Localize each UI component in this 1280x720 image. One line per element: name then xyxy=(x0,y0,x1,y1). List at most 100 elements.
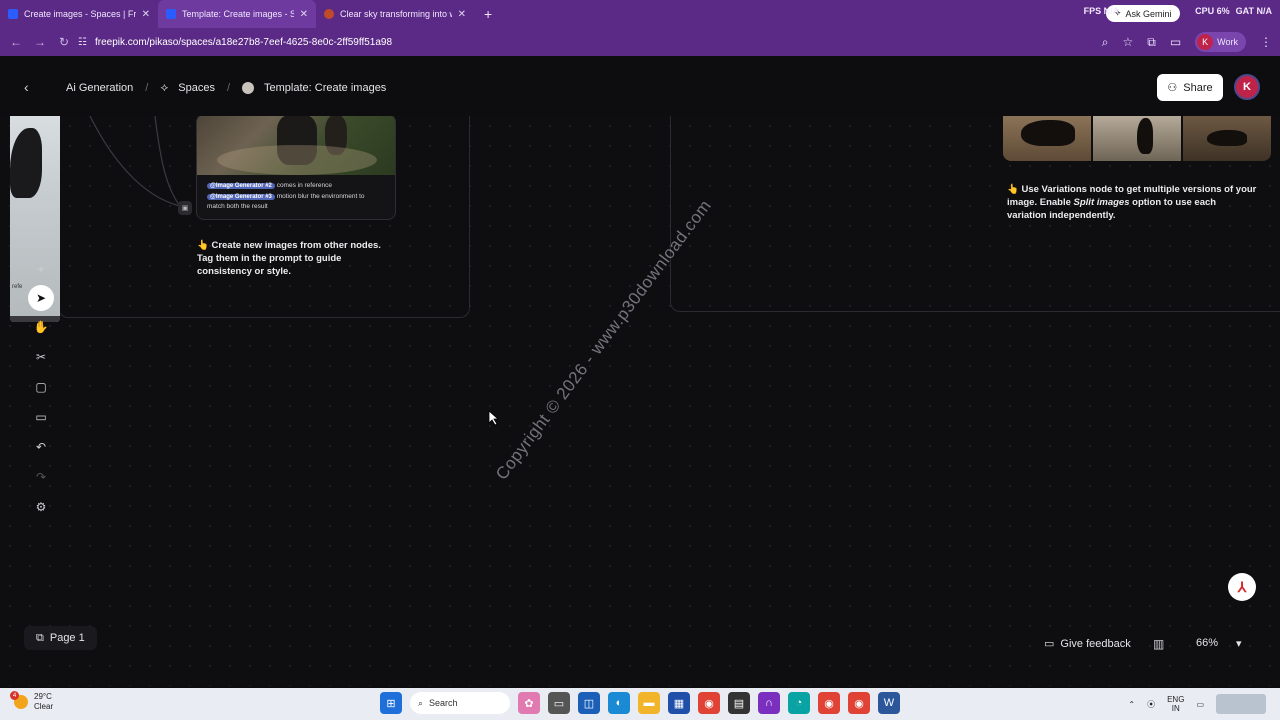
weather-widget[interactable]: 4 29°C Clear xyxy=(10,691,53,712)
network-icon[interactable]: ▭ xyxy=(1196,700,1204,709)
breadcrumb-template[interactable]: Template: Create images xyxy=(264,82,386,94)
system-tray: ⌃ ⦿ ENG IN ▭ xyxy=(1128,694,1266,714)
share-label: Share xyxy=(1183,81,1213,94)
template-icon xyxy=(242,81,255,94)
system-monitor: FPS N/A CPU 6% GAT N/A xyxy=(1084,6,1272,16)
fps-readout: FPS N/A xyxy=(1083,6,1120,16)
url-bar[interactable]: ☷ freepik.com/pikaso/spaces/a18e27b8-7ee… xyxy=(78,31,1118,53)
image-favicon-icon xyxy=(324,9,334,19)
hand-pan-icon[interactable]: ✋ xyxy=(27,313,55,341)
connector-line xyxy=(154,116,181,207)
breadcrumb-ai-generation[interactable]: Ai Generation xyxy=(66,82,133,94)
browser-forward-icon[interactable]: → xyxy=(28,35,52,49)
watermark-text: Copyright © 2026 - www.p30download.com xyxy=(492,196,715,484)
select-pointer-icon[interactable]: ➤ xyxy=(28,285,54,311)
microphone-icon[interactable]: ⦿ xyxy=(1147,699,1155,710)
chrome-profile-icon[interactable]: ◉ xyxy=(818,692,840,714)
page-icon: ⧉ xyxy=(36,631,44,644)
app-icon[interactable]: ◫ xyxy=(578,692,600,714)
pdf-icon[interactable]: ⅄ xyxy=(1228,573,1256,601)
tab-close-icon[interactable]: ✕ xyxy=(458,9,466,20)
image-generator-node[interactable]: @Image Generator #2 comes in reference @… xyxy=(196,116,396,220)
store-icon[interactable]: ▦ xyxy=(668,692,690,714)
tab-title: Template: Create images - Spaces xyxy=(182,9,294,19)
region-code: IN xyxy=(1171,704,1180,713)
note-create-images: 👆 Create new images from other nodes. Ta… xyxy=(197,240,381,277)
dust-cloud xyxy=(217,145,377,175)
back-chevron-icon[interactable]: ‹ xyxy=(24,79,29,95)
app-header: ‹ Ai Generation / ⟡ Spaces / Template: C… xyxy=(0,58,1280,116)
profile-button[interactable]: K Work xyxy=(1195,32,1246,52)
clock[interactable] xyxy=(1216,694,1266,714)
undo-icon[interactable]: ↶ xyxy=(27,433,55,461)
spaces-canvas[interactable]: refe @Image Generator #2 comes in refere… xyxy=(0,116,1280,686)
browser-tab[interactable]: Create images - Spaces | Freepik ✕ xyxy=(0,0,158,28)
prompt-text: match both the result xyxy=(207,203,268,210)
zoom-level: 66% xyxy=(1196,637,1219,649)
node-prompt[interactable]: @Image Generator #2 comes in reference @… xyxy=(207,181,391,213)
zoom-icon[interactable]: ⌕ xyxy=(1102,35,1109,50)
profile-label: Work xyxy=(1217,37,1238,47)
headset-app-icon[interactable]: ∩ xyxy=(758,692,780,714)
tray-chevron-icon[interactable]: ⌃ xyxy=(1128,700,1135,709)
tab-close-icon[interactable]: ✕ xyxy=(300,9,308,20)
cpu-readout: CPU 6% xyxy=(1195,6,1230,16)
variations-node[interactable] xyxy=(1003,116,1271,161)
frame-tool-icon[interactable]: ▢ xyxy=(27,373,55,401)
redo-icon[interactable]: ↷ xyxy=(27,463,55,491)
browser-back-icon[interactable]: ← xyxy=(4,35,28,49)
widgets-flower-icon[interactable]: ✿ xyxy=(518,692,540,714)
strip-label: refe xyxy=(12,284,23,290)
language-indicator[interactable]: ENG IN xyxy=(1167,695,1184,713)
image-input-port-icon[interactable]: ▣ xyxy=(178,201,192,215)
add-node-plus-icon[interactable]: + xyxy=(27,255,55,283)
minimap-book-icon[interactable]: ▥ xyxy=(1153,637,1164,651)
bookmark-star-icon[interactable]: ☆ xyxy=(1122,35,1133,49)
page-selector[interactable]: ⧉ Page 1 xyxy=(24,626,97,650)
browser-reload-icon[interactable]: ↻ xyxy=(52,35,76,49)
edge-icon[interactable]: ◐ xyxy=(608,692,630,714)
note-variations: 👆 Use Variations node to get multiple ve… xyxy=(1007,183,1257,222)
app-icon[interactable]: ◔ xyxy=(788,692,810,714)
cast-icon[interactable]: ▭ xyxy=(1170,35,1181,49)
variation-image[interactable] xyxy=(1183,116,1271,161)
page-label: Page 1 xyxy=(49,632,85,644)
prompt-tag[interactable]: @Image Generator #2 xyxy=(207,183,275,189)
generated-image xyxy=(197,116,395,175)
breadcrumb-separator: / xyxy=(226,81,231,94)
language-code: ENG xyxy=(1167,695,1185,704)
site-info-icon[interactable]: ☷ xyxy=(78,37,87,48)
browser-tab-active[interactable]: Template: Create images - Spaces ✕ xyxy=(158,0,316,28)
new-tab-plus-icon[interactable]: + xyxy=(484,6,492,22)
prompt-tag[interactable]: @Image Generator #3 xyxy=(207,193,275,200)
horse-silhouette xyxy=(1137,118,1153,154)
avatar[interactable]: K xyxy=(1234,74,1260,100)
variation-image[interactable] xyxy=(1003,116,1091,161)
tab-close-icon[interactable]: ✕ xyxy=(142,9,150,20)
url-text: freepik.com/pikaso/spaces/a18e27b8-7eef-… xyxy=(94,36,393,48)
chrome-icon[interactable]: ◉ xyxy=(698,692,720,714)
breadcrumb-spaces[interactable]: Spaces xyxy=(178,82,215,94)
browser-actions: ⌕ ☆ ⧉ ▭ K Work ⋮ xyxy=(1102,32,1272,52)
terminal-icon[interactable]: ▤ xyxy=(728,692,750,714)
file-explorer-icon[interactable]: ▬ xyxy=(638,692,660,714)
extensions-icon[interactable]: ⧉ xyxy=(1147,35,1156,50)
comment-icon[interactable]: ▭ xyxy=(27,403,55,431)
browser-tab[interactable]: Clear sky transforming into wa... ✕ xyxy=(316,0,474,28)
connector-line xyxy=(89,116,181,207)
windows-start-icon[interactable]: ⊞ xyxy=(380,692,402,714)
settings-gear-icon[interactable]: ⚙ xyxy=(27,493,55,521)
give-feedback-button[interactable]: ▭ Give feedback xyxy=(1044,637,1131,651)
zoom-control[interactable]: 66% ▾ xyxy=(1196,637,1242,650)
word-icon[interactable]: W xyxy=(878,692,900,714)
zoom-dropdown-caret-icon[interactable]: ▾ xyxy=(1236,637,1242,650)
note-emphasis: Split images xyxy=(1073,197,1130,208)
chrome-profile-icon[interactable]: ◉ xyxy=(848,692,870,714)
search-label: Search xyxy=(429,698,458,708)
browser-menu-icon[interactable]: ⋮ xyxy=(1260,35,1272,49)
task-view-icon[interactable]: ▭ xyxy=(548,692,570,714)
taskbar-search[interactable]: ⌕ Search xyxy=(410,692,510,714)
scissors-icon[interactable]: ✂ xyxy=(27,343,55,371)
share-button[interactable]: ⚇ Share xyxy=(1157,74,1223,101)
variation-image[interactable] xyxy=(1093,116,1181,161)
